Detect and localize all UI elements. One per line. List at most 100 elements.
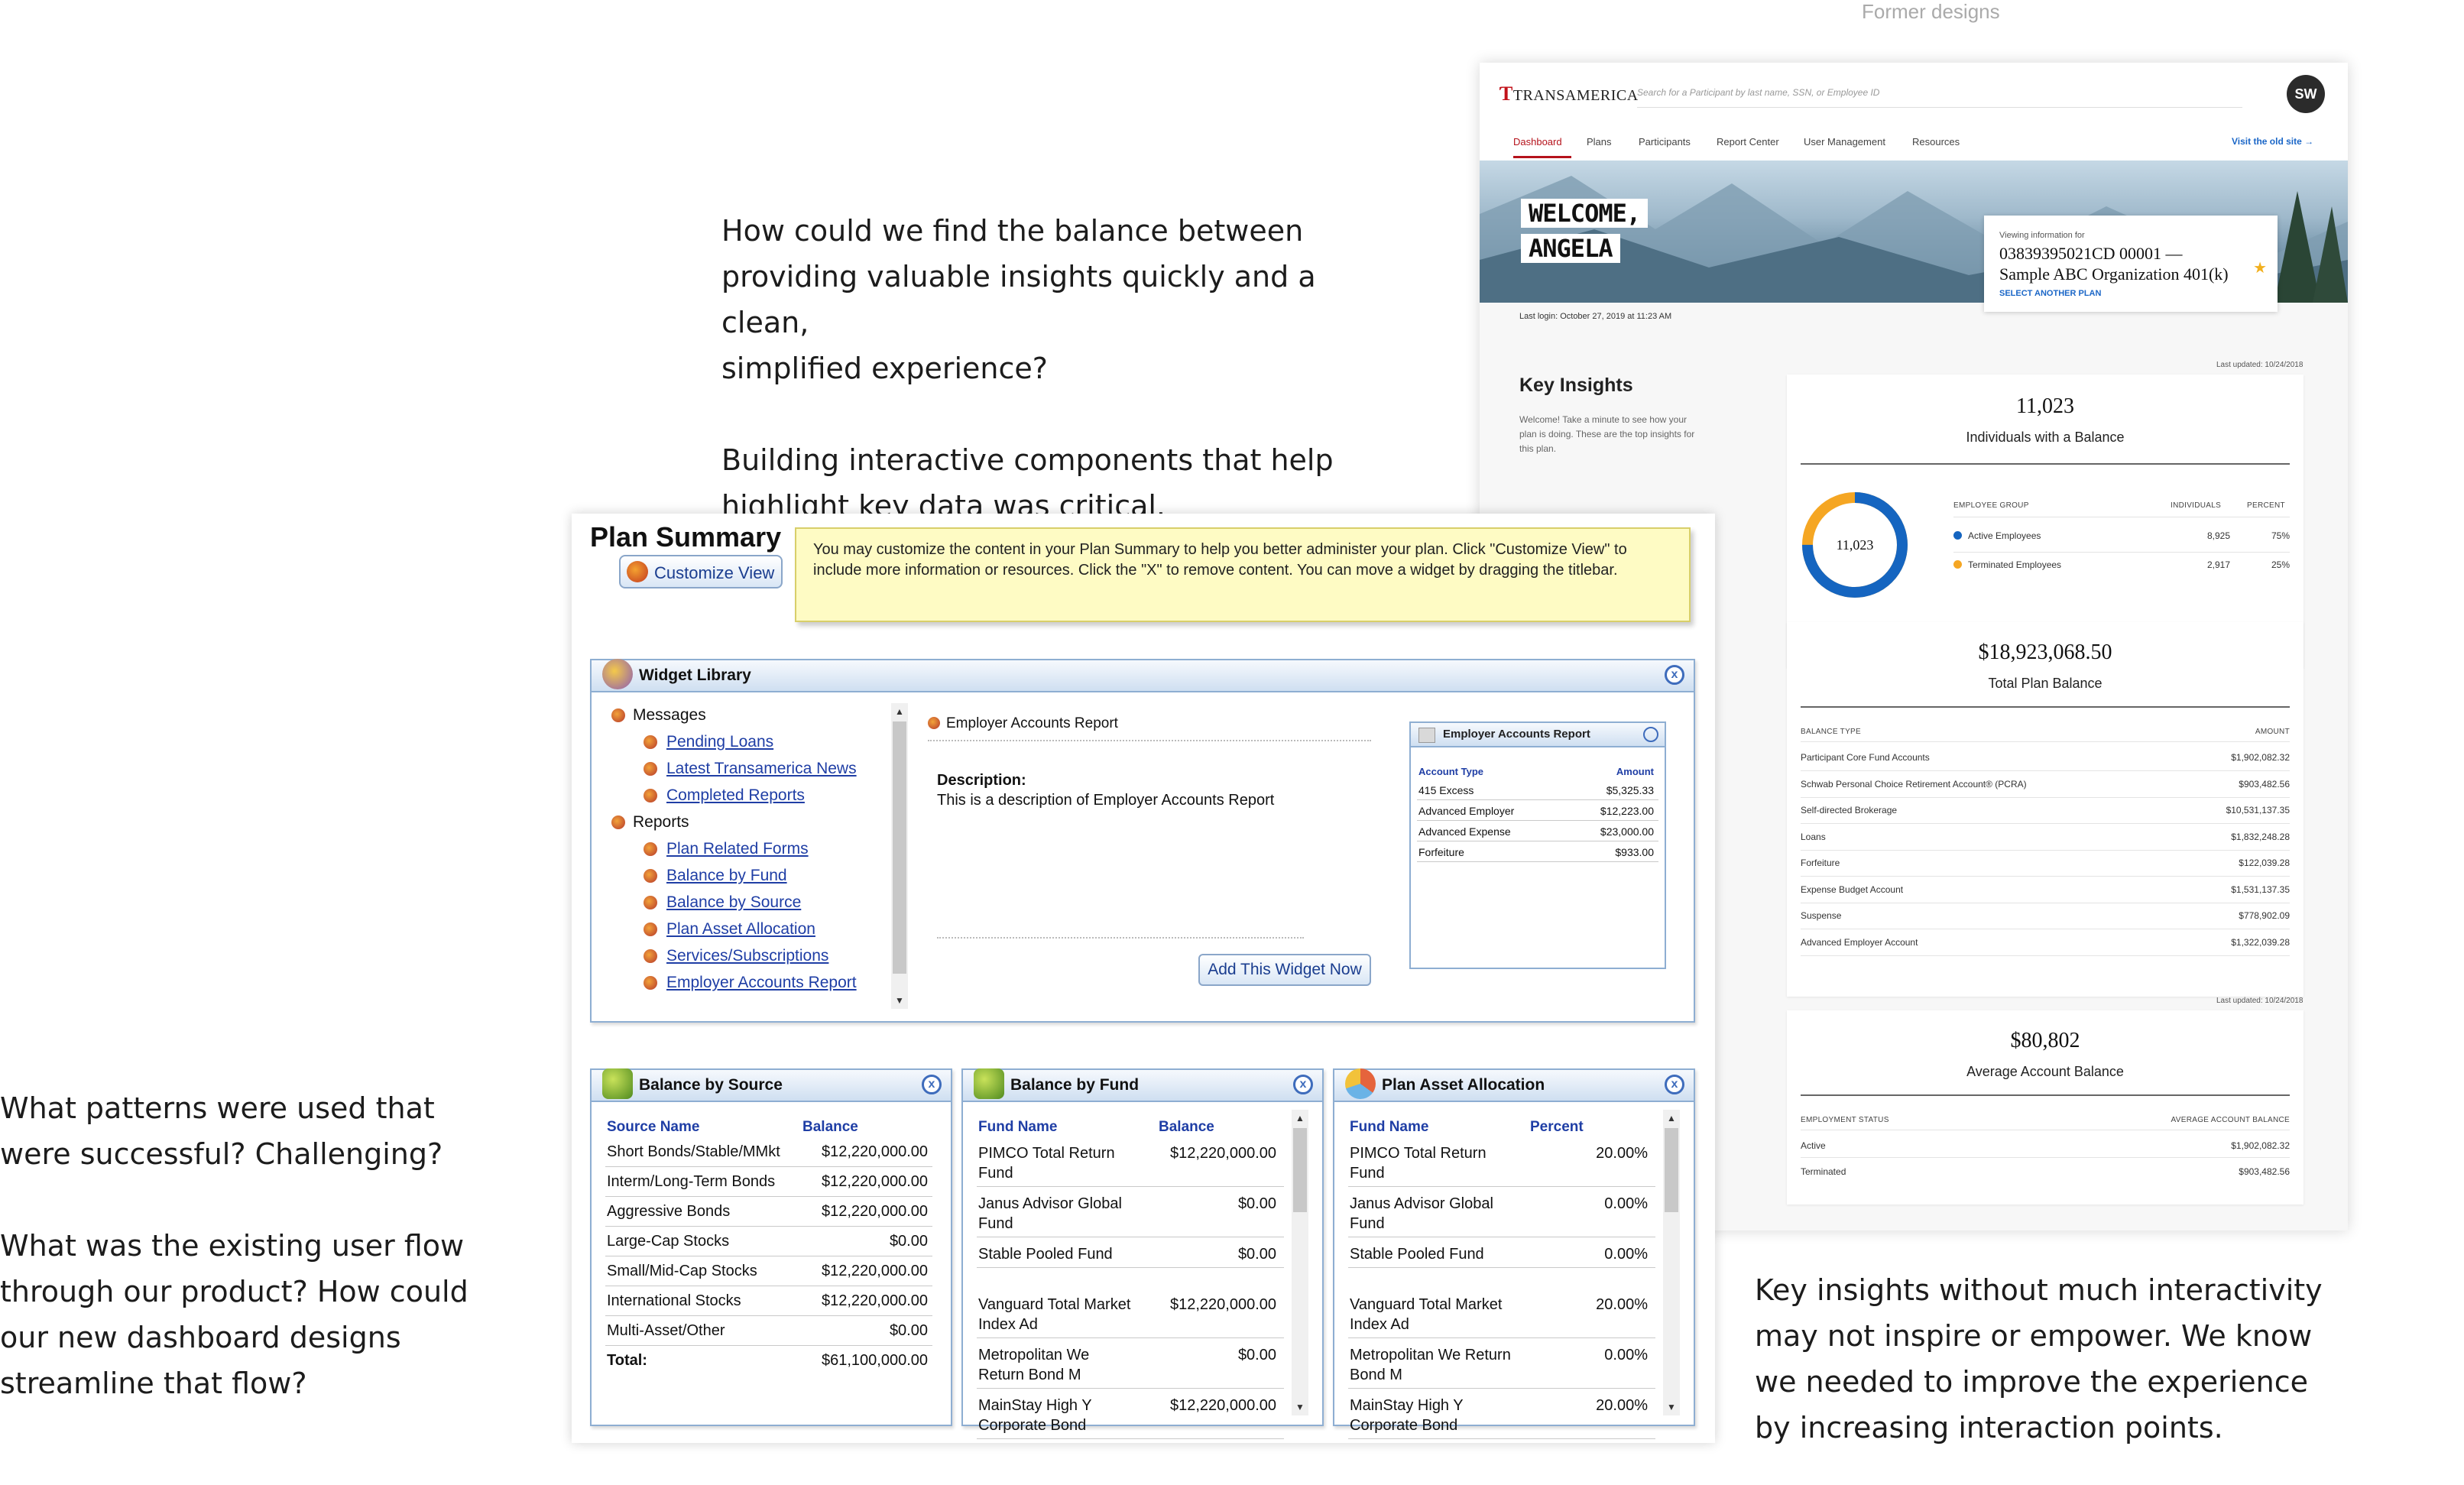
card-divider xyxy=(1801,463,2290,465)
folder-icon xyxy=(611,708,625,722)
row-divider xyxy=(977,1267,1284,1268)
balance-type-row[interactable]: Loans xyxy=(1801,832,1826,842)
tree-item-completed-reports[interactable]: Completed Reports xyxy=(611,786,805,805)
row-divider xyxy=(977,1388,1284,1389)
tree-item-asset-allocation[interactable]: Plan Asset Allocation xyxy=(611,920,815,939)
scroll-thumb[interactable] xyxy=(1665,1128,1678,1212)
source-row-balance: $12,220,000.00 xyxy=(821,1292,928,1309)
fund-row-value: $0.00 xyxy=(1237,1195,1276,1212)
widget-library-titlebar[interactable]: Widget Library x xyxy=(592,659,1694,692)
tree-item-employer-accounts[interactable]: Employer Accounts Report xyxy=(611,974,857,992)
pie-chart-icon xyxy=(1345,1068,1376,1099)
col-balance: Balance xyxy=(1159,1119,1214,1135)
fund-row-value: $0.00 xyxy=(1237,1246,1276,1263)
balance-type-row[interactable]: Suspense xyxy=(1801,910,1841,921)
favorite-star-icon[interactable]: ★ xyxy=(2253,258,2267,277)
row-divider xyxy=(1417,799,1658,800)
scroll-down-icon[interactable]: ▼ xyxy=(1663,1399,1680,1415)
balance-amount: $10,531,137.35 xyxy=(2226,805,2290,815)
plan-asset-allocation-titlebar[interactable]: Plan Asset Allocation x xyxy=(1334,1068,1694,1102)
fund-row-name: Vanguard Total Market xyxy=(978,1296,1131,1313)
row-divider xyxy=(1801,876,2290,877)
fund-row-name-cont: Fund xyxy=(1350,1165,1385,1182)
logo-mark-icon: Ƭ xyxy=(1499,83,1513,105)
row-divider xyxy=(1348,1186,1655,1187)
fund-row-value: $12,220,000.00 xyxy=(1169,1145,1276,1162)
balance-type-row[interactable]: Advanced Employer Account xyxy=(1801,937,1918,948)
nav-tab-report-center[interactable]: Report Center xyxy=(1717,136,1779,148)
tree-item-pending-loans[interactable]: Pending Loans xyxy=(611,733,773,751)
fund-row-value: 0.00% xyxy=(1604,1195,1648,1212)
fund-row-name-cont: Return Bond M xyxy=(978,1367,1081,1383)
scroll-down-icon[interactable]: ▼ xyxy=(891,992,908,1009)
individuals-value: 11,023 xyxy=(2016,394,2074,418)
tree-item-services[interactable]: Services/Subscriptions xyxy=(611,947,828,965)
user-avatar[interactable]: SW xyxy=(2287,75,2325,113)
tree-item-balance-by-source[interactable]: Balance by Source xyxy=(611,893,801,912)
row-active-status[interactable]: Active xyxy=(1801,1140,1826,1151)
nav-tab-participants[interactable]: Participants xyxy=(1639,136,1691,148)
allocation-scrollbar[interactable]: ▲ ▼ xyxy=(1663,1110,1680,1415)
add-widget-button[interactable]: Add This Widget Now xyxy=(1198,954,1371,986)
tree-group-reports[interactable]: Reports xyxy=(611,813,689,832)
row-divider xyxy=(605,1196,932,1197)
close-icon[interactable]: x xyxy=(1665,665,1684,685)
terminated-average: $903,482.56 xyxy=(2239,1166,2290,1177)
row-terminated-status[interactable]: Terminated xyxy=(1801,1166,1846,1177)
nav-tab-user-management[interactable]: User Management xyxy=(1804,136,1885,148)
tree-item-news[interactable]: Latest Transamerica News xyxy=(611,760,857,778)
select-another-plan-link[interactable]: SELECT ANOTHER PLAN xyxy=(1999,289,2101,298)
widget-icon xyxy=(644,949,657,963)
nav-tab-dashboard[interactable]: Dashboard xyxy=(1513,136,1562,148)
customize-view-button[interactable]: Customize View xyxy=(619,555,783,588)
balance-by-fund-titlebar[interactable]: Balance by Fund x xyxy=(963,1068,1322,1102)
col-employee-group: EMPLOYEE GROUP xyxy=(1953,501,2029,510)
tree-group-messages[interactable]: Messages xyxy=(611,706,706,725)
scroll-up-icon[interactable]: ▲ xyxy=(891,703,908,720)
balance-by-source-titlebar[interactable]: Balance by Source x xyxy=(592,1068,951,1102)
tree-item-plan-forms[interactable]: Plan Related Forms xyxy=(611,840,809,858)
fund-row-name-cont: Corporate Bond xyxy=(978,1417,1087,1434)
balance-type-row[interactable]: Expense Budget Account xyxy=(1801,884,1903,895)
participant-search-input[interactable]: Search for a Participant by last name, S… xyxy=(1637,87,2242,108)
scroll-down-icon[interactable]: ▼ xyxy=(1292,1399,1308,1415)
balance-by-source-widget: Balance by Source x Source Name Balance … xyxy=(590,1068,952,1426)
balance-by-fund-widget: Balance by Fund x Fund Name Balance PIMC… xyxy=(961,1068,1324,1439)
nav-tab-resources[interactable]: Resources xyxy=(1912,136,1960,148)
fund-row-name: Metropolitan We Return xyxy=(1350,1347,1511,1363)
scroll-up-icon[interactable]: ▲ xyxy=(1663,1110,1680,1127)
visit-old-site-link[interactable]: Visit the old site → xyxy=(2232,136,2313,147)
fund-row-value: 20.00% xyxy=(1596,1145,1648,1162)
preview-row-type: Advanced Expense xyxy=(1418,825,1511,838)
transamerica-logo[interactable]: ƬTRANSAMERICA xyxy=(1499,83,1639,105)
former-designs-label: Former designs xyxy=(1862,0,2000,23)
balance-type-row[interactable]: Participant Core Fund Accounts xyxy=(1801,752,1930,763)
active-tab-indicator xyxy=(1513,156,1571,158)
scroll-thumb[interactable] xyxy=(893,721,906,974)
balance-type-row[interactable]: Forfeiture xyxy=(1801,858,1840,868)
welcome-name: ANGELA xyxy=(1521,234,1620,263)
dotted-divider xyxy=(937,937,1304,939)
close-icon[interactable]: x xyxy=(922,1075,942,1094)
col-balance-type: BALANCE TYPE xyxy=(1801,728,1862,736)
preview-row-type: Advanced Employer xyxy=(1418,805,1515,817)
close-icon[interactable]: x xyxy=(1665,1075,1684,1094)
fund-row-value: $0.00 xyxy=(1237,1347,1276,1363)
row-active-employees[interactable]: Active Employees xyxy=(1953,530,2041,541)
tree-item-balance-by-fund[interactable]: Balance by Fund xyxy=(611,867,787,885)
balance-type-row[interactable]: Schwab Personal Choice Retirement Accoun… xyxy=(1801,779,2027,790)
legend-dot-terminated-icon xyxy=(1953,560,1962,569)
fund-scrollbar[interactable]: ▲ ▼ xyxy=(1292,1110,1308,1415)
tree-scrollbar[interactable]: ▲ ▼ xyxy=(891,703,908,1009)
row-divider xyxy=(605,1315,932,1316)
scroll-up-icon[interactable]: ▲ xyxy=(1292,1110,1308,1127)
fund-row-name: Metropolitan We xyxy=(978,1347,1090,1363)
row-terminated-employees[interactable]: Terminated Employees xyxy=(1953,559,2061,570)
balance-type-row[interactable]: Self-directed Brokerage xyxy=(1801,805,1897,815)
close-icon[interactable]: x xyxy=(1293,1075,1313,1094)
nav-tab-plans[interactable]: Plans xyxy=(1587,136,1612,148)
source-total-label: Total: xyxy=(607,1352,647,1369)
row-divider xyxy=(1953,552,2290,553)
scroll-thumb[interactable] xyxy=(1293,1128,1307,1212)
last-login-text: Last login: October 27, 2019 at 11:23 AM xyxy=(1519,312,1672,321)
